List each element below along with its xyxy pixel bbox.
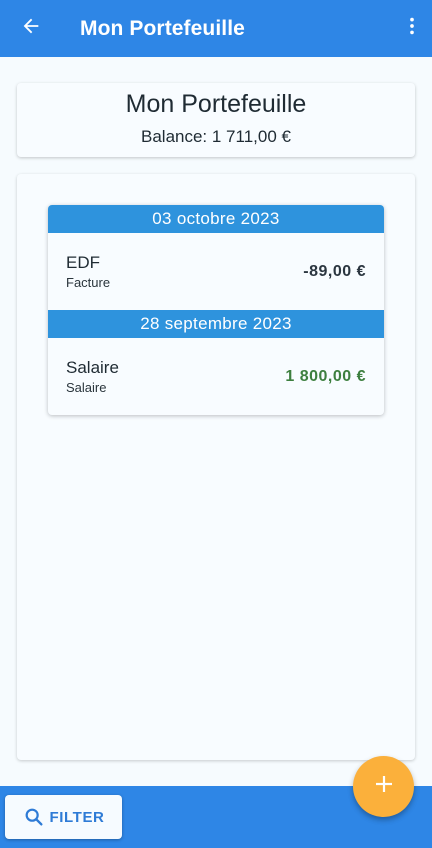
app-bar: Mon Portefeuille — [0, 0, 432, 57]
transactions-panel: 03 octobre 2023 EDF Facture -89,00 € 28 … — [17, 174, 415, 760]
transaction-row[interactable]: EDF Facture -89,00 € — [48, 233, 384, 310]
arrow-left-icon — [20, 15, 42, 42]
wallet-summary-card: Mon Portefeuille Balance: 1 711,00 € — [17, 83, 415, 157]
add-transaction-fab[interactable] — [353, 756, 414, 817]
app-bar-title: Mon Portefeuille — [80, 16, 245, 40]
transaction-row[interactable]: Salaire Salaire 1 800,00 € — [48, 338, 384, 415]
transaction-category: Facture — [66, 274, 111, 290]
back-button[interactable] — [0, 0, 62, 57]
date-header: 03 octobre 2023 — [48, 205, 384, 233]
transaction-payee: EDF — [66, 252, 100, 272]
date-header: 28 septembre 2023 — [48, 310, 384, 338]
plus-icon — [374, 774, 394, 799]
filter-button[interactable]: FILTER — [5, 795, 122, 839]
more-menu-button[interactable] — [392, 0, 432, 57]
search-icon — [23, 806, 45, 828]
transactions-card: 03 octobre 2023 EDF Facture -89,00 € 28 … — [48, 205, 384, 415]
filter-label: FILTER — [49, 808, 105, 826]
transaction-amount: 1 800,00 € — [285, 367, 366, 385]
transaction-category: Salaire — [66, 379, 107, 395]
transaction-payee: Salaire — [66, 357, 119, 377]
transaction-amount: -89,00 € — [303, 262, 366, 280]
wallet-name: Mon Portefeuille — [125, 90, 307, 118]
wallet-balance: Balance: 1 711,00 € — [141, 127, 291, 146]
more-vertical-icon — [401, 15, 423, 42]
